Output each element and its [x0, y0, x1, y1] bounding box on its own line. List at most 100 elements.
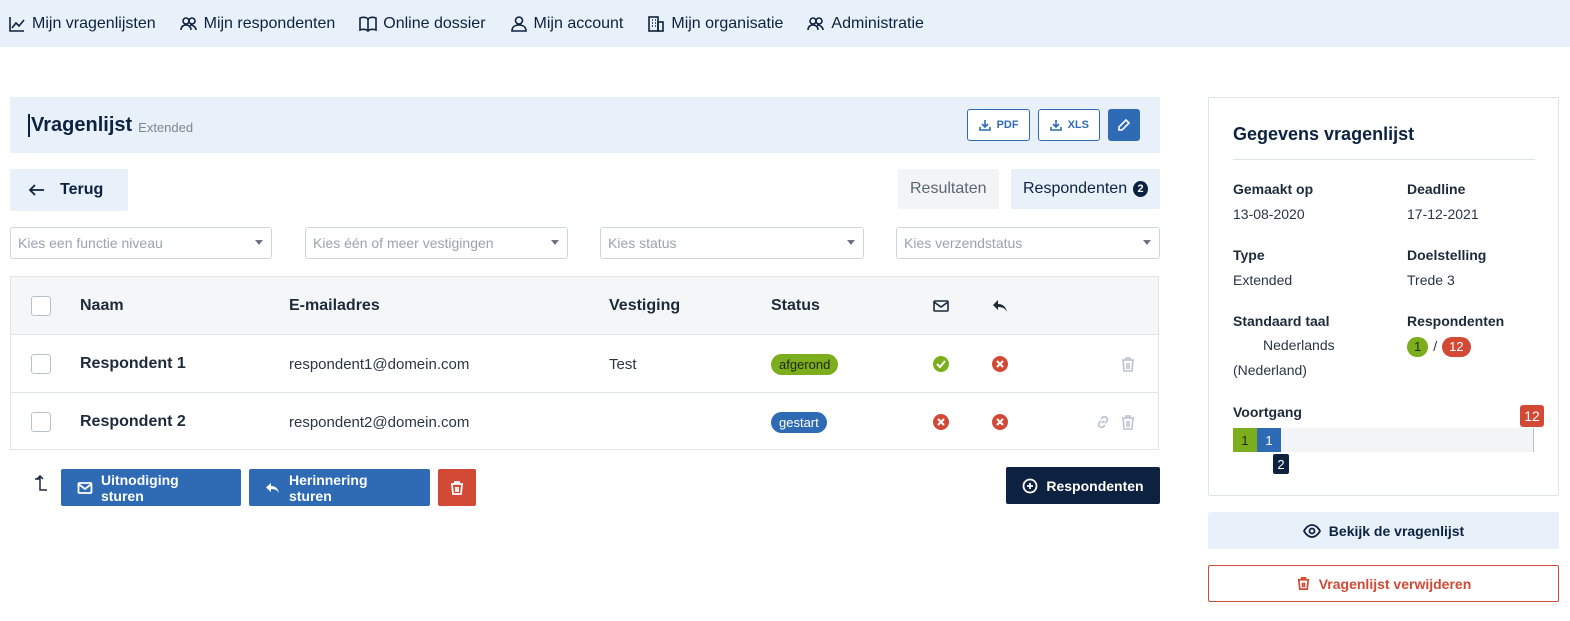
select-placeholder: Kies verzendstatus	[904, 235, 1023, 251]
panel-title: Gegevens vragenlijst	[1233, 124, 1415, 144]
back-button[interactable]: Terug	[10, 169, 128, 211]
caret-down-icon	[551, 240, 559, 245]
download-icon	[978, 120, 991, 131]
language-region: (Nederland)	[1233, 362, 1307, 378]
tab-respondents[interactable]: Respondenten 2	[1011, 169, 1160, 209]
chart-icon	[9, 16, 25, 32]
send-reminder-button[interactable]: Herinnering sturen	[249, 469, 430, 506]
respondent-name[interactable]: Respondent 2	[80, 393, 186, 451]
nav-label: Online dossier	[383, 14, 486, 32]
questionnaire-details-panel: Gegevens vragenlijst Gemaakt op 13-08-20…	[1208, 97, 1559, 496]
status-select[interactable]: Kies status	[600, 227, 864, 259]
delete-selected-button[interactable]	[438, 469, 476, 506]
invite-label: Uitnodiging sturen	[100, 471, 179, 504]
trash-icon	[1297, 577, 1309, 590]
users-icon	[807, 16, 825, 30]
status-badge: gestart	[771, 411, 827, 433]
goal-value: Trede 3	[1407, 272, 1455, 288]
trash-icon[interactable]	[1119, 413, 1137, 431]
respondents-done-badge: 1	[1407, 336, 1429, 357]
locations-select[interactable]: Kies één of meer vestigingen	[305, 227, 568, 259]
x-circle-icon	[992, 414, 1008, 430]
tab-label: Respondenten	[1023, 180, 1128, 197]
add-respondents-button[interactable]: Respondenten	[1006, 467, 1160, 504]
delete-questionnaire-button[interactable]: Vragenlijst verwijderen	[1208, 565, 1559, 602]
export-xls-button[interactable]: XLS	[1037, 109, 1100, 141]
page-title: Vragenlijst	[28, 113, 132, 137]
nav-item-respondenten[interactable]: Mijn respondenten	[179, 14, 336, 33]
row-checkbox[interactable]	[31, 412, 51, 432]
nav-item-dossier[interactable]: Online dossier	[359, 14, 486, 33]
column-header-status[interactable]: Status	[771, 277, 820, 335]
divider	[1233, 159, 1535, 160]
eye-icon	[1302, 523, 1321, 538]
send-invite-button[interactable]: Uitnodiging sturen	[61, 469, 241, 506]
column-header-location[interactable]: Vestiging	[609, 277, 680, 335]
status-badge: afgerond	[771, 353, 839, 375]
nav-item-organisatie[interactable]: Mijn organisatie	[647, 15, 783, 33]
top-navigation: Mijn vragenlijsten Mijn respondenten Onl…	[0, 0, 1570, 47]
x-circle-icon	[933, 414, 949, 430]
link-icon[interactable]	[1094, 413, 1112, 431]
progress-started-badge: 2	[1273, 454, 1289, 474]
type-value: Extended	[1233, 272, 1293, 288]
check-circle-icon	[933, 356, 949, 372]
nav-item-account[interactable]: Mijn account	[510, 15, 623, 33]
envelope-icon	[77, 481, 93, 494]
separator: /	[1433, 338, 1438, 354]
progress-completed-segment: 1	[1233, 428, 1257, 452]
table-row: Respondent 2 respondent2@domein.com gest…	[11, 393, 1158, 451]
row-checkbox[interactable]	[31, 354, 51, 374]
table-row: Respondent 1 respondent1@domein.com Test…	[11, 335, 1158, 393]
caret-down-icon	[847, 240, 855, 245]
send-status-select[interactable]: Kies verzendstatus	[896, 227, 1160, 259]
edit-button[interactable]	[1108, 109, 1140, 141]
x-circle-icon	[992, 356, 1008, 372]
envelope-icon	[933, 300, 949, 312]
respondent-name[interactable]: Respondent 1	[80, 335, 186, 393]
nav-label: Mijn organisatie	[671, 14, 784, 32]
users-icon	[179, 16, 197, 30]
respondent-email: respondent2@domein.com	[289, 413, 470, 431]
nav-item-administratie[interactable]: Administratie	[807, 14, 924, 33]
function-level-select[interactable]: Kies een functie niveau	[10, 227, 272, 259]
reply-icon	[993, 300, 1007, 312]
nav-label: Administratie	[831, 14, 924, 32]
select-all-checkbox[interactable]	[31, 296, 51, 316]
nav-item-vragenlijsten[interactable]: Mijn vragenlijsten	[8, 15, 156, 33]
language-label: Standaard taal	[1233, 313, 1330, 329]
pdf-label: PDF	[996, 119, 1019, 131]
view-questionnaire-button[interactable]: Bekijk de vragenlijst	[1208, 512, 1559, 549]
progress-label: Voortgang	[1233, 404, 1302, 420]
reply-icon	[265, 482, 279, 493]
pencil-icon	[1118, 118, 1131, 131]
select-placeholder: Kies één of meer vestigingen	[313, 235, 494, 251]
type-label: Type	[1233, 247, 1265, 263]
nav-label: Mijn respondenten	[203, 14, 336, 32]
trash-icon[interactable]	[1119, 355, 1137, 373]
export-pdf-button[interactable]: PDF	[966, 109, 1030, 141]
column-header-name[interactable]: Naam	[80, 277, 124, 335]
language-value: Nederlands	[1263, 337, 1335, 353]
view-label: Bekijk de vragenlijst	[1328, 522, 1465, 539]
tab-label: Resultaten	[910, 180, 987, 197]
column-header-email[interactable]: E-mailadres	[289, 277, 380, 335]
nav-label: Mijn vragenlijsten	[32, 14, 156, 32]
respondent-email: respondent1@domein.com	[289, 355, 470, 373]
respondents-total-badge: 12	[1442, 336, 1471, 357]
respondents-count-badge: 2	[1133, 181, 1148, 197]
xls-label: XLS	[1067, 119, 1089, 131]
caret-down-icon	[255, 240, 263, 245]
goal-label: Doelstelling	[1407, 247, 1487, 263]
arrow-left-icon	[28, 184, 44, 196]
table-header: Naam E-mailadres Vestiging Status	[11, 277, 1158, 335]
created-label: Gemaakt op	[1233, 181, 1314, 197]
user-icon	[510, 15, 527, 32]
respondents-summary: 1 / 12	[1407, 334, 1471, 359]
book-icon	[359, 16, 378, 32]
tab-results[interactable]: Resultaten	[898, 169, 999, 209]
remind-label: Herinnering sturen	[288, 471, 368, 504]
respondents-label: Respondenten	[1407, 313, 1505, 329]
back-label: Terug	[60, 181, 104, 198]
add-label: Respondenten	[1046, 477, 1144, 494]
